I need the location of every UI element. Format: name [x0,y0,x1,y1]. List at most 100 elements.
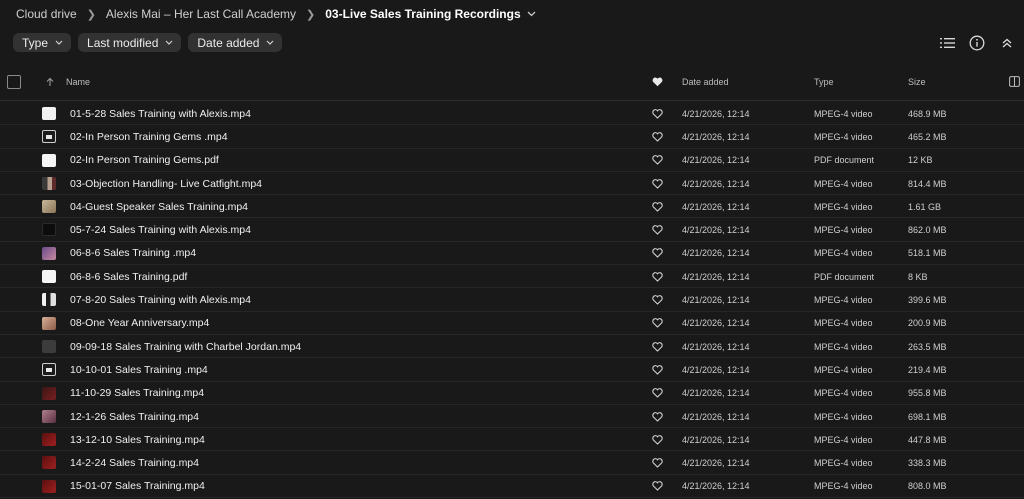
info-icon[interactable] [969,35,985,51]
file-name[interactable]: 06-8-6 Sales Training.pdf [70,265,187,288]
view-toolbar [939,35,1015,51]
file-size: 399.6 MB [908,295,947,306]
file-name[interactable]: 06-8-6 Sales Training .mp4 [70,242,196,265]
file-type: MPEG-4 video [814,248,873,259]
file-thumbnail [42,363,56,377]
file-name[interactable]: 13-12-10 Sales Training.mp4 [70,428,205,451]
heart-outline-icon[interactable] [652,475,663,498]
heart-outline-icon[interactable] [652,382,663,405]
file-size: 8 KB [908,271,928,282]
heart-outline-icon[interactable] [652,312,663,335]
heart-outline-icon[interactable] [652,242,663,265]
table-row[interactable]: 07-8-20 Sales Training with Alexis.mp4 4/… [0,288,1024,312]
file-thumbnail [42,479,56,493]
heart-outline-icon[interactable] [652,172,663,195]
file-type: PDF document [814,271,875,282]
file-name[interactable]: 04-Guest Speaker Sales Training.mp4 [70,195,248,218]
file-thumbnail [42,293,56,307]
columns-icon[interactable] [1009,69,1020,94]
file-size: 862.0 MB [908,225,947,236]
file-type: MPEG-4 video [814,364,873,375]
chevron-down-icon [165,38,173,47]
heart-outline-icon[interactable] [652,335,663,358]
table-row[interactable]: 03-Objection Handling- Live Catfight.mp4… [0,172,1024,196]
chevron-down-icon[interactable] [527,9,536,19]
table-row[interactable]: 10-10-01 Sales Training .mp4 4/21/2026, 1… [0,358,1024,382]
file-type: MPEG-4 video [814,318,873,329]
breadcrumb-item-cloud-drive[interactable]: Cloud drive [16,7,77,21]
table-row[interactable]: 14-2-24 Sales Training.mp4 4/21/2026, 12:… [0,451,1024,475]
chevrons-up-icon[interactable] [999,35,1015,51]
file-type: MPEG-4 video [814,178,873,189]
file-name[interactable]: 08-One Year Anniversary.mp4 [70,312,209,335]
table-row[interactable]: 01-5-28 Sales Training with Alexis.mp4 4/… [0,102,1024,126]
file-type: MPEG-4 video [814,108,873,119]
arrow-up-icon[interactable] [46,69,54,94]
file-name[interactable]: 14-2-24 Sales Training.mp4 [70,451,199,474]
type-column-header[interactable]: Type [814,69,834,94]
file-name[interactable]: 01-5-28 Sales Training with Alexis.mp4 [70,102,251,125]
size-column-header[interactable]: Size [908,69,926,94]
type-filter-label: Type [22,35,49,50]
heart-outline-icon[interactable] [652,358,663,381]
table-row[interactable]: 05-7-24 Sales Training with Alexis.mp4 4/… [0,218,1024,242]
file-list: 01-5-28 Sales Training with Alexis.mp4 4/… [0,102,1024,499]
heart-outline-icon[interactable] [652,195,663,218]
last-modified-filter-button[interactable]: Last modified [78,33,182,52]
heart-outline-icon[interactable] [652,288,663,311]
table-row[interactable]: 02-In Person Training Gems.pdf 4/21/2026,… [0,149,1024,172]
table-row[interactable]: 09-09-18 Sales Training with Charbel Jor… [0,335,1024,359]
file-name[interactable]: 03-Objection Handling- Live Catfight.mp4 [70,172,262,195]
heart-outline-icon[interactable] [652,405,663,428]
file-date-added: 4/21/2026, 12:14 [682,458,750,469]
file-date-added: 4/21/2026, 12:14 [682,388,750,399]
table-row[interactable]: 12-1-26 Sales Training.mp4 4/21/2026, 12:… [0,405,1024,429]
file-name[interactable]: 12-1-26 Sales Training.mp4 [70,405,199,428]
file-size: 12 KB [908,155,933,166]
file-name[interactable]: 10-10-01 Sales Training .mp4 [70,358,208,381]
date-added-column-header[interactable]: Date added [682,69,729,94]
date-added-filter-button[interactable]: Date added [188,33,283,52]
heart-outline-icon[interactable] [652,149,663,172]
last-modified-filter-label: Last modified [87,35,159,50]
file-name[interactable]: 02-In Person Training Gems .mp4 [70,125,228,148]
table-row[interactable]: 04-Guest Speaker Sales Training.mp4 4/21/… [0,195,1024,219]
table-row[interactable]: 15-01-07 Sales Training.mp4 4/21/2026, 12… [0,475,1024,499]
type-filter-button[interactable]: Type [13,33,72,52]
chevron-down-icon [55,38,63,47]
heart-outline-icon[interactable] [652,218,663,241]
table-row[interactable]: 02-In Person Training Gems .mp4 4/21/2026… [0,125,1024,149]
file-name[interactable]: 11-10-29 Sales Training.mp4 [70,382,204,405]
file-thumbnail [42,409,56,423]
file-name[interactable]: 07-8-20 Sales Training with Alexis.mp4 [70,288,251,311]
file-date-added: 4/21/2026, 12:14 [682,155,750,166]
file-name[interactable]: 05-7-24 Sales Training with Alexis.mp4 [70,218,251,241]
heart-outline-icon[interactable] [652,428,663,451]
heart-outline-icon[interactable] [652,265,663,288]
table-row[interactable]: 11-10-29 Sales Training.mp4 4/21/2026, 12… [0,382,1024,405]
table-row[interactable]: 06-8-6 Sales Training.pdf 4/21/2026, 12:1… [0,265,1024,289]
table-row[interactable]: 08-One Year Anniversary.mp4 4/21/2026, 12… [0,312,1024,335]
file-size: 200.9 MB [908,318,947,329]
list-view-icon[interactable] [939,35,955,51]
heart-outline-icon[interactable] [652,125,663,148]
file-date-added: 4/21/2026, 12:14 [682,481,750,492]
table-row[interactable]: 13-12-10 Sales Training.mp4 4/21/2026, 12… [0,428,1024,452]
file-name[interactable]: 09-09-18 Sales Training with Charbel Jor… [70,335,301,358]
heart-outline-icon[interactable] [652,102,663,125]
file-name[interactable]: 02-In Person Training Gems.pdf [70,149,219,172]
breadcrumb-current-folder[interactable]: 03-Live Sales Training Recordings [325,7,520,21]
chevron-right-icon: ❯ [306,8,316,21]
select-all-checkbox[interactable] [7,69,21,94]
table-header: Name Date added Type Size [0,69,1024,94]
heart-filled-icon[interactable] [652,69,663,94]
heart-outline-icon[interactable] [652,451,663,474]
file-type: MPEG-4 video [814,341,873,352]
file-thumbnail [42,433,56,447]
file-name[interactable]: 15-01-07 Sales Training.mp4 [70,475,205,498]
file-type: MPEG-4 video [814,481,873,492]
table-row[interactable]: 06-8-6 Sales Training .mp4 4/21/2026, 12:… [0,242,1024,266]
name-column-header[interactable]: Name [66,69,90,94]
breadcrumb-item-academy[interactable]: Alexis Mai – Her Last Call Academy [106,7,296,21]
file-thumbnail [42,386,56,400]
